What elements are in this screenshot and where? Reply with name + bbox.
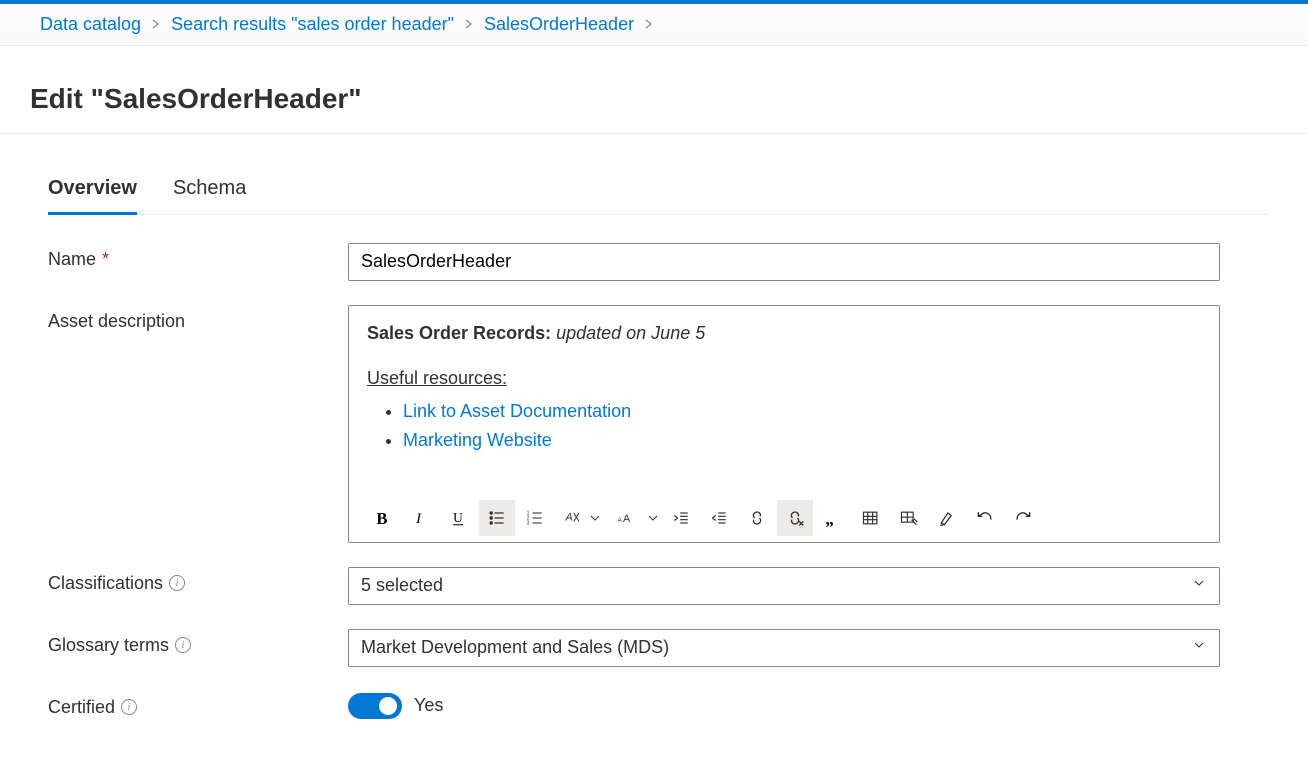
italic-button[interactable]: I [403,500,439,536]
decrease-indent-button[interactable] [663,500,699,536]
breadcrumb-item-asset[interactable]: SalesOrderHeader [484,14,634,35]
font-size-button[interactable]: AA [605,500,649,536]
certified-label: Certified i [48,691,348,718]
underline-button[interactable]: U [441,500,477,536]
insert-link-button[interactable] [739,500,775,536]
svg-text:A: A [565,511,573,523]
edit-table-button[interactable] [891,500,927,536]
chevron-right-icon [464,18,474,32]
svg-text:3: 3 [527,520,530,526]
asset-description-label: Asset description [48,305,348,332]
description-bold-text: Sales Order Records: [367,323,551,343]
breadcrumb-item-search[interactable]: Search results "sales order header" [171,14,454,35]
svg-text:I: I [415,511,422,527]
breadcrumb: Data catalog Search results "sales order… [0,4,1308,46]
numbered-list-button[interactable]: 1 2 3 [517,500,553,536]
clear-formatting-button[interactable]: A [555,500,591,536]
redo-button[interactable] [1005,500,1041,536]
required-indicator: * [102,249,109,270]
undo-button[interactable] [967,500,1003,536]
remove-link-button[interactable] [777,500,813,536]
name-input[interactable] [348,243,1220,281]
name-label: Name* [48,243,348,270]
description-link-marketing[interactable]: Marketing Website [403,430,552,450]
description-resources-heading: Useful resources: [367,365,1201,392]
glossary-value: Market Development and Sales (MDS) [361,637,669,658]
chevron-down-icon [1191,637,1207,658]
chevron-down-icon[interactable] [587,500,603,536]
classifications-select[interactable]: 5 selected [348,567,1220,605]
svg-text:A: A [623,513,631,525]
description-link-list: Link to Asset Documentation Marketing We… [403,398,1201,454]
breadcrumb-item-catalog[interactable]: Data catalog [40,14,141,35]
tab-overview[interactable]: Overview [48,169,137,215]
tab-bar: Overview Schema [48,153,1268,215]
info-icon[interactable]: i [175,637,191,653]
chevron-right-icon [151,18,161,32]
svg-text:U: U [453,510,463,525]
svg-text:„: „ [826,509,834,527]
info-icon[interactable]: i [169,575,185,591]
svg-text:A: A [618,518,622,524]
classifications-value: 5 selected [361,575,443,596]
editor-toolbar: B I U [349,496,1219,542]
svg-text:B: B [376,508,387,527]
description-italic-text: updated on June 5 [556,323,705,343]
chevron-down-icon[interactable] [645,500,661,536]
glossary-label: Glossary terms i [48,629,348,656]
certified-toggle[interactable] [348,693,402,719]
glossary-select[interactable]: Market Development and Sales (MDS) [348,629,1220,667]
blockquote-button[interactable]: „ [815,500,851,536]
bulleted-list-button[interactable] [479,500,515,536]
description-editor: Sales Order Records: updated on June 5 U… [348,305,1220,543]
classifications-label: Classifications i [48,567,348,594]
insert-table-button[interactable] [853,500,889,536]
info-icon[interactable]: i [121,699,137,715]
chevron-down-icon [1191,575,1207,596]
chevron-right-icon [644,18,654,32]
increase-indent-button[interactable] [701,500,737,536]
toggle-knob [379,697,397,715]
tab-schema[interactable]: Schema [173,169,246,215]
description-textarea[interactable]: Sales Order Records: updated on June 5 U… [349,306,1219,496]
description-link-doc[interactable]: Link to Asset Documentation [403,401,631,421]
certified-toggle-label: Yes [414,695,443,716]
bold-button[interactable]: B [365,500,401,536]
highlight-button[interactable] [929,500,965,536]
page-title: Edit "SalesOrderHeader" [0,65,1308,134]
